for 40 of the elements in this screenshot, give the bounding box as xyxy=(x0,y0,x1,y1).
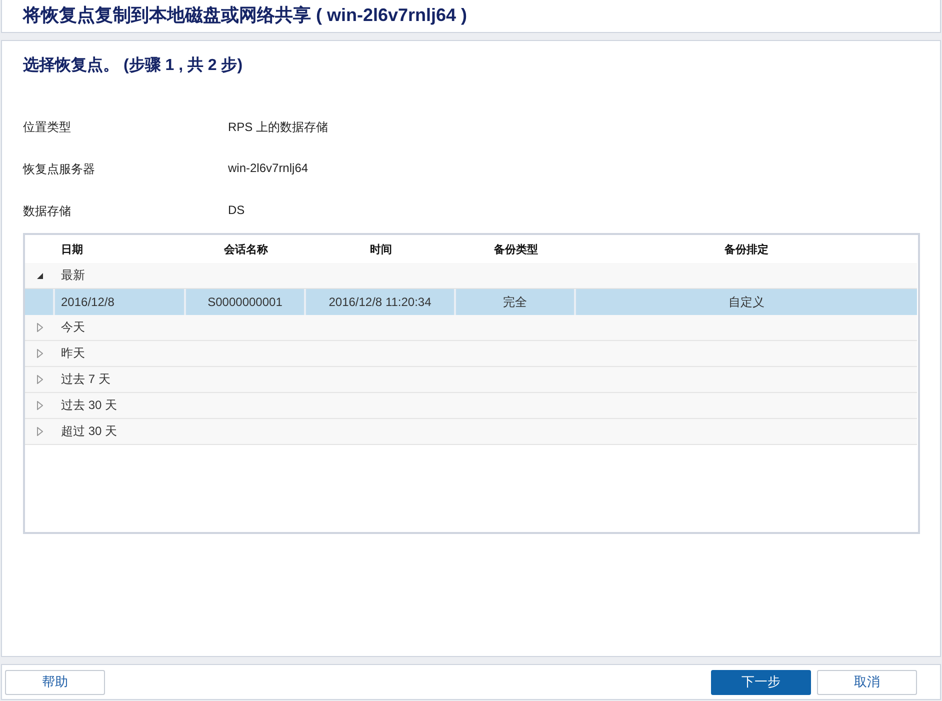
group-label: 过去 7 天 xyxy=(60,371,110,388)
group-label: 过去 30 天 xyxy=(60,397,118,414)
table-cell: 2016/12/8 xyxy=(55,289,186,315)
next-button[interactable]: 下一步 xyxy=(711,670,811,694)
table-cell: S0000000001 xyxy=(186,289,306,315)
column-header[interactable]: 备份类型 xyxy=(456,242,576,256)
field-value: RPS 上的数据存储 xyxy=(228,119,328,136)
group-label: 今天 xyxy=(60,319,85,336)
group-label: 昨天 xyxy=(60,345,85,362)
table-cell: 完全 xyxy=(456,289,576,315)
group-row[interactable]: 今天 xyxy=(25,315,917,341)
expand-triangle-icon[interactable] xyxy=(37,323,43,332)
field-value: DS xyxy=(228,203,245,219)
group-row[interactable]: 最新 xyxy=(25,263,917,289)
field-label: 恢复点服务器 xyxy=(23,161,96,178)
window-title: 将恢复点复制到本地磁盘或网络共享 ( win-2l6v7rnlj64 ) xyxy=(21,4,468,27)
cancel-button[interactable]: 取消 xyxy=(817,670,917,694)
field-label: 位置类型 xyxy=(23,119,72,136)
step-title: 选择恢复点。 (步骤 1 , 共 2 步) xyxy=(23,56,244,76)
field-value: win-2l6v7rnlj64 xyxy=(228,161,308,177)
collapse-triangle-icon[interactable] xyxy=(37,272,43,278)
field-label: 数据存储 xyxy=(23,203,72,220)
column-header[interactable]: 日期 xyxy=(55,242,186,256)
group-label: 最新 xyxy=(60,267,85,284)
group-row[interactable]: 过去 30 天 xyxy=(25,393,917,419)
expand-triangle-icon[interactable] xyxy=(37,401,43,410)
group-label: 超过 30 天 xyxy=(60,423,118,440)
help-button[interactable]: 帮助 xyxy=(5,670,105,694)
table-cell: 2016/12/8 11:20:34 xyxy=(306,289,456,315)
column-header[interactable]: 会话名称 xyxy=(186,242,306,256)
expand-triangle-icon[interactable] xyxy=(37,427,43,436)
table-cell: 自定义 xyxy=(576,289,917,315)
table-row[interactable]: 2016/12/8 S0000000001 2016/12/8 11:20:34 完全 自定义 xyxy=(25,289,917,315)
group-row[interactable]: 过去 7 天 xyxy=(25,367,917,393)
group-row[interactable]: 超过 30 天 xyxy=(25,419,917,445)
column-header[interactable]: 时间 xyxy=(306,242,456,256)
group-row[interactable]: 昨天 xyxy=(25,341,917,367)
expand-triangle-icon[interactable] xyxy=(37,375,43,384)
expand-triangle-icon[interactable] xyxy=(37,349,43,358)
column-header[interactable]: 备份排定 xyxy=(576,242,917,256)
